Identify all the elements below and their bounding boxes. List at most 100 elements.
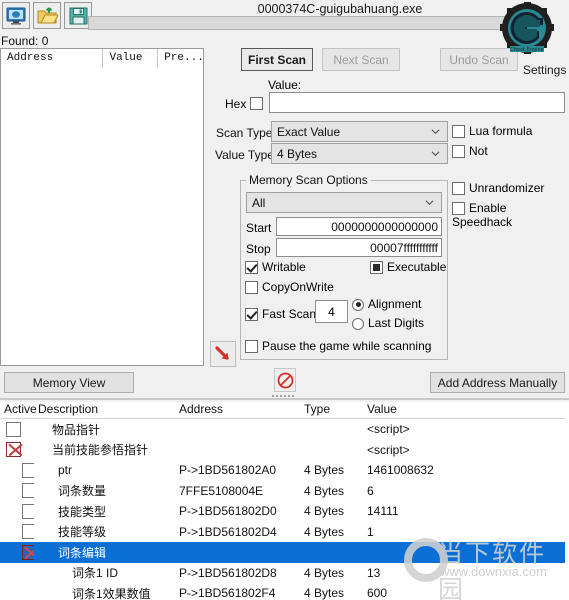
table-row[interactable]: 词条1效果数值 P->1BD561802F4 4 Bytes 600: [0, 583, 569, 600]
table-row[interactable]: 技能类型 P->1BD561802D0 4 Bytes 14111: [0, 501, 569, 522]
row-value: 13: [367, 565, 381, 580]
row-active-checkbox[interactable]: [22, 524, 34, 540]
memory-view-button[interactable]: Memory View: [4, 372, 134, 393]
row-value: <script>: [367, 442, 410, 457]
row-description: 词条数量: [58, 484, 107, 499]
alignment-label: Alignment: [368, 297, 422, 311]
row-active-checkbox[interactable]: [22, 503, 34, 519]
row-active-checkbox[interactable]: [22, 483, 34, 499]
unrandomizer-option[interactable]: Unrandomizer: [452, 181, 544, 196]
results-col-previous[interactable]: Pre...: [158, 49, 203, 68]
no-entry-icon: [277, 372, 293, 388]
table-row[interactable]: ptr P->1BD561802A0 4 Bytes 1461008632: [0, 460, 569, 481]
not-option[interactable]: Not: [452, 144, 488, 159]
row-active-checkbox[interactable]: [22, 462, 34, 478]
row-active-cell[interactable]: [0, 522, 34, 543]
executable-checkbox[interactable]: [370, 261, 383, 275]
fast-scan-alignment-input[interactable]: 4: [315, 300, 348, 323]
window-title: 0000374C-guigubahuang.exe: [257, 2, 423, 16]
row-active-cell[interactable]: [0, 501, 34, 522]
scan-type-select[interactable]: Exact Value: [271, 121, 448, 142]
table-row[interactable]: 物品指针 <script>: [0, 419, 569, 440]
save-floppy-icon: [69, 7, 87, 24]
writable-label: Writable: [262, 260, 306, 274]
copyonwrite-checkbox[interactable]: [245, 281, 258, 295]
hex-checkbox[interactable]: [250, 97, 263, 110]
enable-speedhack-checkbox[interactable]: [452, 202, 465, 216]
stop-scan-button[interactable]: [274, 368, 296, 392]
row-value: 1461008632: [367, 463, 434, 478]
table-row[interactable]: 词条编辑: [0, 542, 569, 563]
row-active-checkbox[interactable]: [6, 421, 21, 437]
table-row[interactable]: 词条1 ID P->1BD561802D8 4 Bytes 13: [0, 563, 569, 584]
value-type-select[interactable]: 4 Bytes: [271, 143, 448, 164]
memory-region-select[interactable]: All: [246, 192, 442, 213]
row-active-cell[interactable]: [0, 440, 34, 461]
scan-type-value: Exact Value: [277, 124, 341, 139]
pause-game-option[interactable]: Pause the game while scanning: [245, 339, 432, 354]
writable-checkbox[interactable]: [245, 261, 258, 275]
row-active-checkbox-checked[interactable]: [22, 544, 34, 560]
enable-speedhack-option[interactable]: Enable Speedhack: [452, 201, 569, 229]
unrandomizer-checkbox[interactable]: [452, 182, 465, 196]
fast-scan-label: Fast Scan: [262, 307, 317, 321]
row-active-checkbox-checked[interactable]: [6, 442, 21, 458]
memory-region-value: All: [252, 195, 266, 210]
row-active-cell[interactable]: [0, 563, 34, 584]
start-address-input[interactable]: 0000000000000000: [276, 217, 442, 236]
first-scan-button[interactable]: First Scan: [241, 48, 313, 71]
row-type: 4 Bytes: [304, 565, 345, 580]
value-type-value: 4 Bytes: [277, 146, 318, 161]
col-header-active[interactable]: Active: [0, 402, 37, 418]
col-header-address[interactable]: Address: [175, 402, 300, 418]
stop-address-input[interactable]: 00007fffffffffff: [276, 238, 442, 257]
writable-option[interactable]: Writable: [245, 260, 306, 275]
row-active-cell[interactable]: [0, 583, 34, 600]
table-row[interactable]: 词条数量 7FFE5108004E 4 Bytes 6: [0, 481, 569, 502]
copyonwrite-option[interactable]: CopyOnWrite: [245, 280, 334, 295]
executable-option[interactable]: Executable: [370, 260, 446, 275]
address-table-body[interactable]: 物品指针 <script> 当前技能参悟指针 <script> ptr P->1BD561…: [0, 419, 569, 600]
add-to-list-arrow-button[interactable]: [210, 341, 236, 367]
not-checkbox[interactable]: [452, 145, 465, 159]
value-label: Value:: [268, 78, 302, 92]
last-digits-radio-row[interactable]: Last Digits: [352, 316, 424, 330]
col-header-type[interactable]: Type: [300, 402, 363, 418]
lua-formula-option[interactable]: Lua formula: [452, 124, 533, 139]
address-table[interactable]: Active Description Address Type Value 物品…: [0, 402, 569, 600]
alignment-radio[interactable]: [352, 298, 364, 311]
scan-results-header: Address Value Pre...: [1, 49, 203, 68]
table-row[interactable]: 当前技能参悟指针 <script>: [0, 440, 569, 461]
row-active-cell[interactable]: [0, 419, 34, 440]
results-col-address[interactable]: Address: [1, 49, 104, 68]
pause-game-label: Pause the game while scanning: [262, 339, 432, 353]
row-active-cell[interactable]: [0, 481, 34, 502]
open-file-button[interactable]: [33, 2, 61, 29]
chevron-down-icon: [425, 200, 434, 206]
table-row[interactable]: 技能等级 P->1BD561802D4 4 Bytes 1: [0, 522, 569, 543]
scan-results-list[interactable]: Address Value Pre...: [0, 48, 204, 366]
row-active-cell[interactable]: [0, 460, 34, 481]
scan-results-body[interactable]: [1, 68, 203, 365]
folder-open-icon: [37, 6, 58, 23]
row-active-cell[interactable]: [0, 542, 34, 563]
row-address: P->1BD561802A0: [179, 463, 277, 478]
pause-game-checkbox[interactable]: [245, 340, 258, 354]
fast-scan-option[interactable]: Fast Scan: [245, 307, 317, 322]
settings-label[interactable]: Settings: [523, 63, 566, 77]
results-col-value[interactable]: Value: [103, 49, 159, 68]
scan-value-input[interactable]: [269, 92, 565, 113]
col-header-description[interactable]: Description: [34, 402, 175, 418]
add-address-manually-button[interactable]: Add Address Manually: [430, 372, 565, 393]
next-scan-button[interactable]: Next Scan: [322, 48, 400, 71]
alignment-radio-row[interactable]: Alignment: [352, 297, 421, 311]
col-header-value[interactable]: Value: [363, 402, 463, 418]
not-label: Not: [469, 144, 488, 158]
lua-formula-label: Lua formula: [469, 124, 533, 138]
address-table-scroll-edge[interactable]: [565, 402, 569, 600]
fast-scan-checkbox[interactable]: [245, 308, 258, 322]
open-process-button[interactable]: [2, 2, 30, 29]
last-digits-radio[interactable]: [352, 317, 364, 330]
lua-formula-checkbox[interactable]: [452, 125, 465, 139]
top-toolbar: 0000374C-guigubahuang.exe: [0, 0, 569, 32]
